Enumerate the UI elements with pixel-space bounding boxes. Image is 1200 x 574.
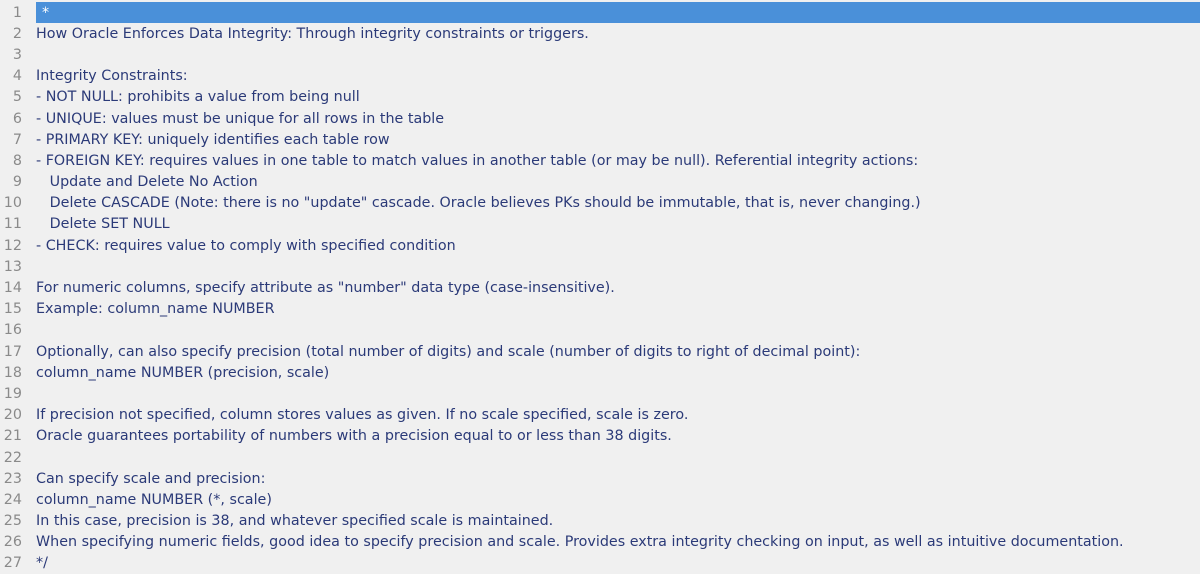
editor-line-24[interactable]: 24 column_name NUMBER (*, scale) [0,489,1200,510]
editor-line-7[interactable]: 7 - PRIMARY KEY: uniquely identifies eac… [0,129,1200,150]
line-text[interactable]: Delete CASCADE (Note: there is no "updat… [36,195,1200,211]
line-number: 19 [3,385,22,402]
editor-line-20[interactable]: 20 If precision not specified, column st… [0,405,1200,426]
editor-line-25[interactable]: 25 In this case, precision is 38, and wh… [0,511,1200,532]
editor-line-15[interactable]: 15 Example: column_name NUMBER [0,299,1200,320]
line-text[interactable]: Can specify scale and precision: [36,471,1200,487]
editor-line-5[interactable]: 5 - NOT NULL: prohibits a value from bei… [0,87,1200,108]
editor-line-23[interactable]: 23 Can specify scale and precision: [0,468,1200,489]
line-number: 8 [12,152,22,169]
editor-line-11[interactable]: 11 Delete SET NULL [0,214,1200,235]
editor-line-9[interactable]: 9 Update and Delete No Action [0,172,1200,193]
line-text[interactable]: Integrity Constraints: [36,68,1200,84]
line-number: 18 [3,364,22,381]
editor-line-1[interactable]: 1 * [0,2,1200,24]
line-number: 22 [3,449,22,466]
line-number: 3 [12,46,22,63]
line-number: 1 [0,2,36,24]
line-text[interactable]: Example: column_name NUMBER [36,301,1200,317]
editor-line-16[interactable]: 16 [0,320,1200,341]
line-number: 10 [3,195,22,212]
editor-line-22[interactable]: 22 [0,447,1200,468]
line-number: 20 [3,407,22,424]
editor-line-3[interactable]: 3 [0,44,1200,65]
line-text[interactable]: Optionally, can also specify precision (… [36,344,1200,360]
line-text[interactable]: column_name NUMBER (precision, scale) [36,365,1200,381]
line-text[interactable]: Oracle guarantees portability of numbers… [36,428,1200,444]
line-number: 26 [3,534,22,551]
editor-line-12[interactable]: 12 - CHECK: requires value to comply wit… [0,235,1200,256]
line-text[interactable]: - UNIQUE: values must be unique for all … [36,111,1200,127]
line-number: 7 [12,131,22,148]
editor-line-27[interactable]: 27 */ [0,553,1200,574]
editor-line-10[interactable]: 10 Delete CASCADE (Note: there is no "up… [0,193,1200,214]
editor-line-13[interactable]: 13 [0,256,1200,277]
line-text[interactable]: - PRIMARY KEY: uniquely identifies each … [36,132,1200,148]
line-number: 14 [3,280,22,297]
editor-line-17[interactable]: 17 Optionally, can also specify precisio… [0,341,1200,362]
line-number: 25 [3,513,22,530]
code-editor[interactable]: 1 * 2 How Oracle Enforces Data Integrity… [0,0,1200,574]
line-text[interactable]: */ [36,555,1200,571]
line-text[interactable]: When specifying numeric fields, good ide… [36,534,1200,550]
editor-line-6[interactable]: 6 - UNIQUE: values must be unique for al… [0,108,1200,129]
editor-line-26[interactable]: 26 When specifying numeric fields, good … [0,532,1200,553]
line-number: 12 [3,237,22,254]
line-text[interactable]: - FOREIGN KEY: requires values in one ta… [36,153,1200,169]
line-text[interactable]: - NOT NULL: prohibits a value from being… [36,89,1200,105]
editor-line-18[interactable]: 18 column_name NUMBER (precision, scale) [0,362,1200,383]
line-number: 24 [3,491,22,508]
editor-line-19[interactable]: 19 [0,383,1200,404]
line-number: 13 [3,258,22,275]
line-number: 27 [3,555,22,572]
line-text[interactable]: * [36,5,1200,21]
editor-line-4[interactable]: 4 Integrity Constraints: [0,66,1200,87]
editor-line-8[interactable]: 8 - FOREIGN KEY: requires values in one … [0,150,1200,171]
line-number: 15 [3,301,22,318]
line-number: 4 [12,68,22,85]
line-text[interactable]: - CHECK: requires value to comply with s… [36,238,1200,254]
line-number: 21 [3,428,22,445]
line-number: 23 [3,470,22,487]
line-text[interactable]: For numeric columns, specify attribute a… [36,280,1200,296]
line-number: 16 [3,322,22,339]
line-number: 5 [12,89,22,106]
editor-line-14[interactable]: 14 For numeric columns, specify attribut… [0,277,1200,298]
editor-line-21[interactable]: 21 Oracle guarantees portability of numb… [0,426,1200,447]
editor-line-2[interactable]: 2 How Oracle Enforces Data Integrity: Th… [0,23,1200,44]
line-number: 17 [3,343,22,360]
line-text[interactable]: column_name NUMBER (*, scale) [36,492,1200,508]
line-number: 6 [12,110,22,127]
line-text[interactable]: If precision not specified, column store… [36,407,1200,423]
line-number: 2 [12,25,22,42]
line-number: 9 [12,174,22,191]
line-text[interactable]: Delete SET NULL [36,216,1200,232]
line-text[interactable]: How Oracle Enforces Data Integrity: Thro… [36,26,1200,42]
line-text[interactable]: Update and Delete No Action [36,174,1200,190]
line-text[interactable]: In this case, precision is 38, and whate… [36,513,1200,529]
line-number: 11 [3,216,22,233]
